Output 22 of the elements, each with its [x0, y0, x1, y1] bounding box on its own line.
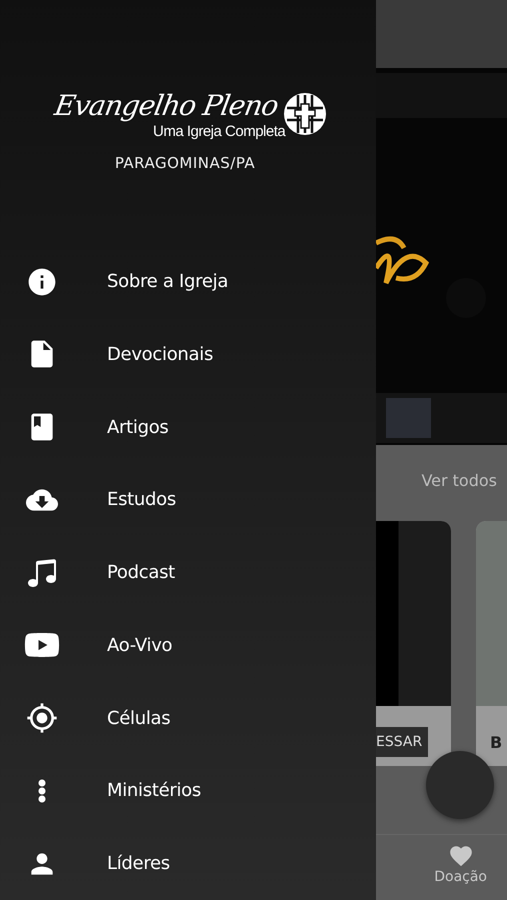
- target-icon: [26, 702, 58, 734]
- music-note-icon: [26, 556, 58, 589]
- menu-item[interactable]: Devocionais: [0, 318, 376, 391]
- menu-item[interactable]: Podcast: [0, 536, 376, 609]
- menu-item[interactable]: Líderes: [0, 827, 376, 900]
- menu-item[interactable]: Ministérios: [0, 754, 376, 828]
- menu-item[interactable]: Células: [0, 682, 376, 755]
- nav-tab[interactable]: Doação: [434, 835, 487, 900]
- menu-item[interactable]: Estudos: [0, 463, 376, 536]
- location-label: PARAGOMINAS/PA: [114, 154, 256, 172]
- card-title: B: [490, 732, 502, 752]
- logo-tagline: Uma Igreja Completa: [153, 124, 286, 140]
- menu-item[interactable]: Artigos: [0, 390, 376, 464]
- logo-script: Evangelho Pleno: [52, 88, 280, 124]
- content-card[interactable]: B: [476, 521, 507, 766]
- card-button[interactable]: ESSAR: [376, 727, 428, 757]
- info-icon: [26, 266, 58, 298]
- menu-item[interactable]: Sobre a Igreja: [0, 245, 376, 318]
- menu-item[interactable]: Ao-Vivo: [0, 608, 376, 682]
- content-card[interactable]: ESSAR: [376, 521, 451, 766]
- see-all-link[interactable]: Ver todos: [421, 471, 497, 521]
- more-icon: [38, 778, 46, 803]
